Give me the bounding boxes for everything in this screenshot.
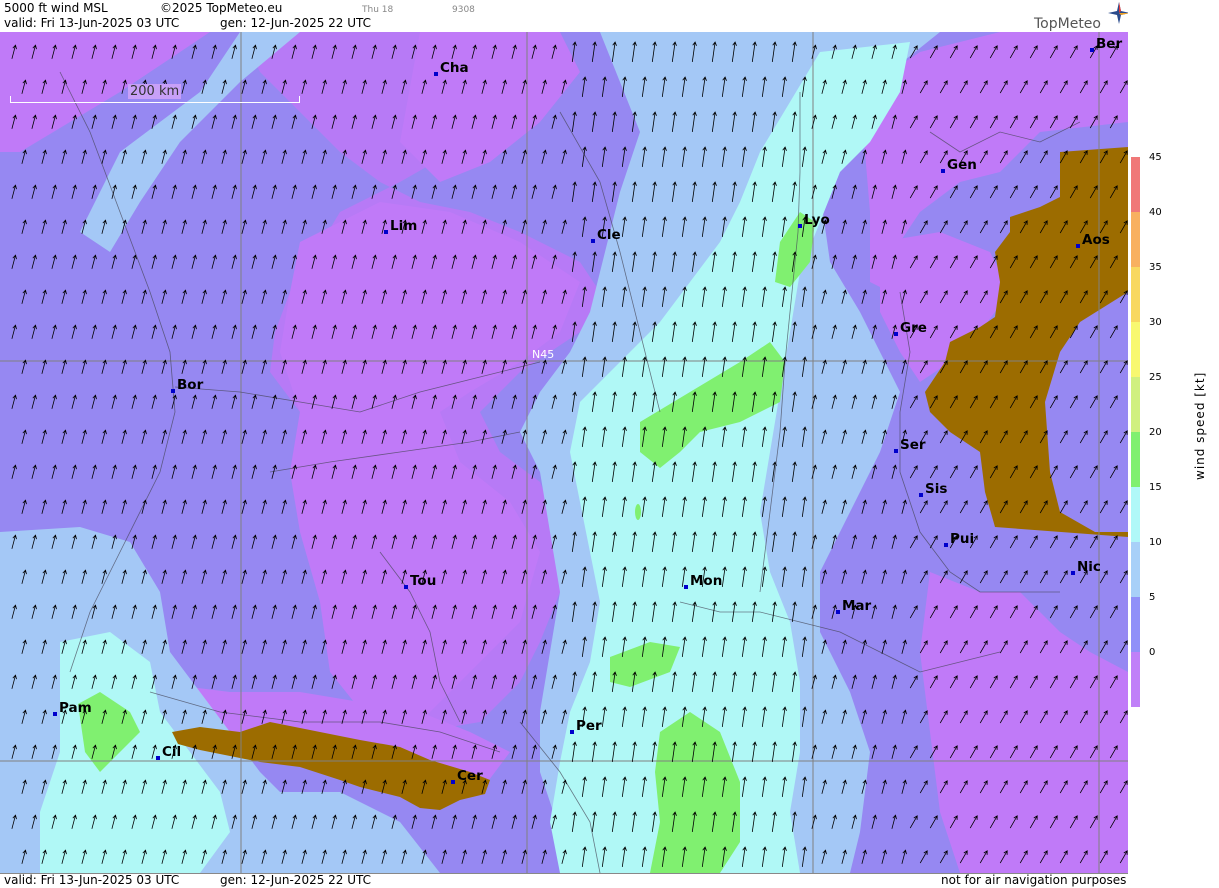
- city-label: Mar: [842, 598, 872, 614]
- city-label: Tou: [410, 573, 437, 589]
- legend-swatch: [1131, 157, 1140, 212]
- legend-tick-label: 0: [1149, 647, 1156, 658]
- legend-tick-label: 10: [1149, 537, 1162, 548]
- city-marker: [1076, 244, 1080, 248]
- legend-title: wind speed [kt]: [1193, 371, 1207, 480]
- legend-tick-label: 30: [1149, 317, 1162, 328]
- city-marker: [798, 224, 802, 228]
- city-label: Pui: [950, 531, 975, 547]
- city-label: Nic: [1077, 559, 1101, 575]
- city-marker: [404, 585, 408, 589]
- city-marker: [944, 543, 948, 547]
- city-label: Sis: [925, 481, 948, 497]
- city-marker: [384, 230, 388, 234]
- scale-bar-label: 200 km: [128, 84, 182, 99]
- city-label: Aos: [1082, 232, 1110, 248]
- run-day: Thu 18: [362, 5, 394, 15]
- legend-swatch: [1131, 322, 1140, 377]
- legend-tick-label: 20: [1149, 427, 1162, 438]
- city-marker: [684, 585, 688, 589]
- city-marker: [171, 389, 175, 393]
- city-marker: [1071, 571, 1075, 575]
- city-marker: [570, 730, 574, 734]
- legend-swatch: [1131, 212, 1140, 267]
- legend-tick-label: 35: [1149, 262, 1162, 273]
- city-marker: [941, 169, 945, 173]
- city-marker: [894, 449, 898, 453]
- legend-swatch: [1131, 377, 1140, 432]
- legend-swatch: [1131, 542, 1140, 597]
- run-code: 9308: [452, 5, 475, 15]
- city-label: Ber: [1096, 36, 1123, 52]
- legend-swatch: [1131, 267, 1140, 322]
- legend-swatch: [1131, 487, 1140, 542]
- legend-swatch: [1131, 597, 1140, 652]
- compass-icon: [1108, 2, 1130, 24]
- city-marker: [1090, 48, 1094, 52]
- city-marker: [451, 780, 455, 784]
- legend-tick-label: 25: [1149, 372, 1162, 383]
- topmeteo-logo: TopMeteo: [1034, 2, 1130, 32]
- city-marker: [434, 72, 438, 76]
- copyright: ©2025 TopMeteo.eu: [160, 1, 283, 15]
- city-marker: [53, 712, 57, 716]
- city-label: Gen: [947, 157, 977, 173]
- legend-swatch: [1131, 652, 1140, 707]
- valid-time: valid: Fri 13-Jun-2025 03 UTC: [4, 16, 180, 30]
- city-label: Per: [576, 718, 602, 734]
- latitude-label: N45: [532, 348, 555, 361]
- city-label: Lim: [390, 218, 418, 234]
- city-marker: [919, 493, 923, 497]
- generated-time: gen: 12-Jun-2025 22 UTC: [220, 16, 372, 30]
- legend-tick-label: 15: [1149, 482, 1162, 493]
- legend-tick-label: 40: [1149, 207, 1162, 218]
- city-label: Cle: [597, 227, 621, 243]
- wind-map[interactable]: 200 km N45 Cha Ber Gen Lim Cle Lyo Aos Gre Bor Se…: [0, 32, 1128, 873]
- city-marker: [156, 756, 160, 760]
- legend-tick-label: 45: [1149, 152, 1162, 163]
- legend-swatch: [1131, 432, 1140, 487]
- city-label: Ser: [900, 437, 926, 453]
- logo-text: TopMeteo: [1034, 16, 1101, 32]
- city-marker: [894, 332, 898, 336]
- city-label: Cer: [457, 768, 483, 784]
- city-label: Cha: [440, 60, 469, 76]
- city-marker: [591, 239, 595, 243]
- legend-tick-label: 5: [1149, 592, 1156, 603]
- city-label: Mon: [690, 573, 723, 589]
- city-marker: [836, 610, 840, 614]
- footer-disclaimer: not for air navigation purposes: [941, 873, 1127, 887]
- city-label: Gre: [900, 320, 927, 336]
- city-label: Pam: [59, 700, 92, 716]
- product-title: 5000 ft wind MSL: [4, 1, 108, 15]
- city-label: Bor: [177, 377, 204, 393]
- footer-generated: gen: 12-Jun-2025 22 UTC: [220, 873, 372, 887]
- city-label: Cil: [162, 744, 182, 760]
- footer-valid: valid: Fri 13-Jun-2025 03 UTC: [4, 873, 180, 887]
- city-label: Lyo: [804, 212, 830, 228]
